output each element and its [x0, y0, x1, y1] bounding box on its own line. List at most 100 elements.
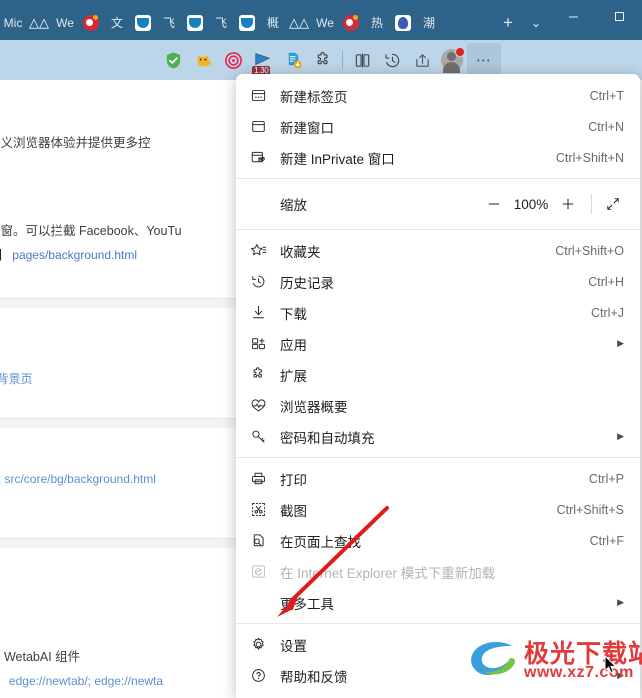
zoom-in-button[interactable] [553, 189, 583, 219]
extensions-puzzle-icon[interactable] [308, 45, 338, 75]
tab-10[interactable]: 概 [260, 9, 286, 37]
menu-item-label: 新建 InPrivate 窗口 [280, 151, 395, 167]
key-password-icon [250, 428, 280, 445]
menu-item-shortcut: Ctrl+Shift+O [555, 243, 624, 258]
extension-card: 浏览器 具，可自定义浏览器体验并提供更多控 [0, 80, 238, 197]
adblock-shield-icon[interactable] [158, 45, 188, 75]
cat-extension-icon[interactable] [188, 45, 218, 75]
menu-item-7[interactable]: 扩展 [236, 359, 640, 390]
document-download-icon[interactable] [278, 45, 308, 75]
tab-9[interactable] [234, 9, 260, 37]
tab-15[interactable] [390, 9, 416, 37]
tab-label: 文 [110, 16, 123, 30]
maximize-button[interactable] [596, 0, 642, 32]
menu-item-3[interactable]: 收藏夹 Ctrl+Shift+O [236, 235, 640, 266]
menu-item-8[interactable]: 浏览器概要 [236, 390, 640, 421]
tab-label: 潮 [422, 16, 435, 30]
menu-item-4[interactable]: 历史记录 Ctrl+H [236, 266, 640, 297]
menu-item-label: 设置 [280, 638, 307, 654]
download-arrow-icon [250, 304, 280, 321]
video-downloader-icon[interactable]: 1.30 [248, 45, 278, 76]
tab-actions-menu-button[interactable]: ⌄ [522, 9, 550, 37]
tab-12[interactable]: We [312, 9, 338, 37]
tab-16[interactable]: 潮 [416, 9, 442, 37]
profile-avatar-button[interactable] [437, 45, 467, 75]
browser-settings-menu[interactable]: 新建标签页 Ctrl+T 新建窗口 Ctrl+N 新建 InPrivate 窗口 Ctrl… [236, 74, 640, 698]
inspect-view-link[interactable]: 背景页 [0, 372, 32, 386]
tab-1[interactable]: △△ [26, 9, 52, 37]
menu-item-label: 历史记录 [280, 275, 334, 291]
tab-0[interactable]: Mic [0, 9, 26, 37]
zoom-out-button[interactable] [479, 189, 509, 219]
tab-3[interactable] [78, 9, 104, 37]
tab-13[interactable] [338, 9, 364, 37]
menu-item-0[interactable]: 新建标签页 Ctrl+T [236, 80, 640, 111]
inspect-view-link[interactable]: edge://newtab/; edge://newta [9, 674, 163, 688]
apps-grid-icon [250, 335, 280, 352]
tab-4[interactable]: 文 [104, 9, 130, 37]
tab-8[interactable]: 飞 [208, 9, 234, 37]
menu-item-15[interactable]: 设置 [236, 629, 640, 660]
new-tab-button[interactable]: + [494, 9, 522, 37]
new-tab-icon [250, 87, 280, 104]
baidu-icon [395, 15, 411, 31]
split-screen-icon[interactable] [347, 45, 377, 75]
help-question-icon [250, 667, 280, 684]
menu-item-shortcut: Ctrl+P [588, 471, 624, 486]
menu-item-17[interactable]: 关闭 Microsoft Edge [236, 691, 640, 698]
menu-item-13: 在 Internet Explorer 模式下重新加载 [236, 556, 640, 587]
extension-description: 具，可自定义浏览器体验并提供更多控 [0, 136, 151, 150]
zoom-row: 缩放 100% [236, 184, 640, 224]
menu-item-2[interactable]: 新建 InPrivate 窗口 Ctrl+Shift+N [236, 142, 640, 173]
tab-6[interactable]: 飞 [156, 9, 182, 37]
menu-separator [236, 229, 640, 230]
menu-item-9[interactable]: 密码和自动填充 ▶ [236, 421, 640, 452]
history-clock-icon[interactable] [377, 45, 407, 75]
target-extension-icon[interactable] [218, 45, 248, 75]
menu-item-16[interactable]: 帮助和反馈 ▶ [236, 660, 640, 691]
menu-item-14[interactable]: 更多工具 ▶ [236, 587, 640, 618]
tab-14[interactable]: 热 [364, 9, 390, 37]
tab-2[interactable]: We [52, 9, 78, 37]
tab-11[interactable]: △△ [286, 9, 312, 37]
browser-essentials-icon [250, 397, 280, 414]
minus-icon [488, 203, 500, 205]
menu-item-label: 收藏夹 [280, 244, 321, 260]
menu-item-5[interactable]: 下载 Ctrl+J [236, 297, 640, 328]
avatar [441, 47, 465, 73]
menu-item-10[interactable]: 打印 Ctrl+P [236, 463, 640, 494]
inspect-views-row: 检查视图 背景页 [0, 370, 32, 388]
menu-item-label: 打印 [280, 472, 307, 488]
extension-card: 检查视图 背景页 [0, 308, 238, 419]
minimize-button[interactable] [550, 0, 596, 32]
extension-card: 式，已整合 WetabAI 组件 f 检查视图 edge://newtab/; … [0, 548, 238, 698]
inspect-view-link[interactable]: src/core/bg/background.html [4, 472, 155, 486]
csdn-icon [135, 15, 151, 31]
zoom-divider [591, 194, 592, 214]
menu-separator [236, 178, 640, 179]
inspect-view-link[interactable]: pages/background.html [12, 248, 137, 262]
menu-item-12[interactable]: 在页面上查找 Ctrl+F [236, 525, 640, 556]
tab-label: We [56, 16, 74, 30]
menu-item-1[interactable]: 新建窗口 Ctrl+N [236, 111, 640, 142]
menu-item-label: 新建窗口 [280, 120, 334, 136]
chevron-right-icon: ▶ [617, 670, 624, 680]
screenshot-scissors-icon [250, 501, 280, 518]
more-settings-button[interactable]: ⋯ [467, 43, 501, 77]
toolbar-divider [342, 51, 343, 69]
menu-item-label: 新建标签页 [280, 89, 348, 105]
inspect-views-row: f 检查视图 edge://newtab/; edge://newta [0, 672, 163, 690]
favorites-star-icon [250, 242, 280, 259]
tab-5[interactable] [130, 9, 156, 37]
menu-item-label: 更多工具 [280, 596, 334, 612]
fullscreen-button[interactable] [598, 189, 628, 219]
share-icon[interactable] [407, 45, 437, 75]
menu-item-6[interactable]: 应用 ▶ [236, 328, 640, 359]
feishu-icon: 飞 [162, 16, 175, 30]
menu-item-11[interactable]: 截图 Ctrl+Shift+S [236, 494, 640, 525]
tab-strip[interactable]: Mic △△ We 文 飞 飞 概 △△ We 热 潮 [0, 0, 494, 40]
internet-explorer-icon [250, 563, 280, 580]
find-on-page-icon [250, 532, 280, 549]
tab-7[interactable] [182, 9, 208, 37]
inspect-views-label: 检查视图 [0, 248, 2, 262]
